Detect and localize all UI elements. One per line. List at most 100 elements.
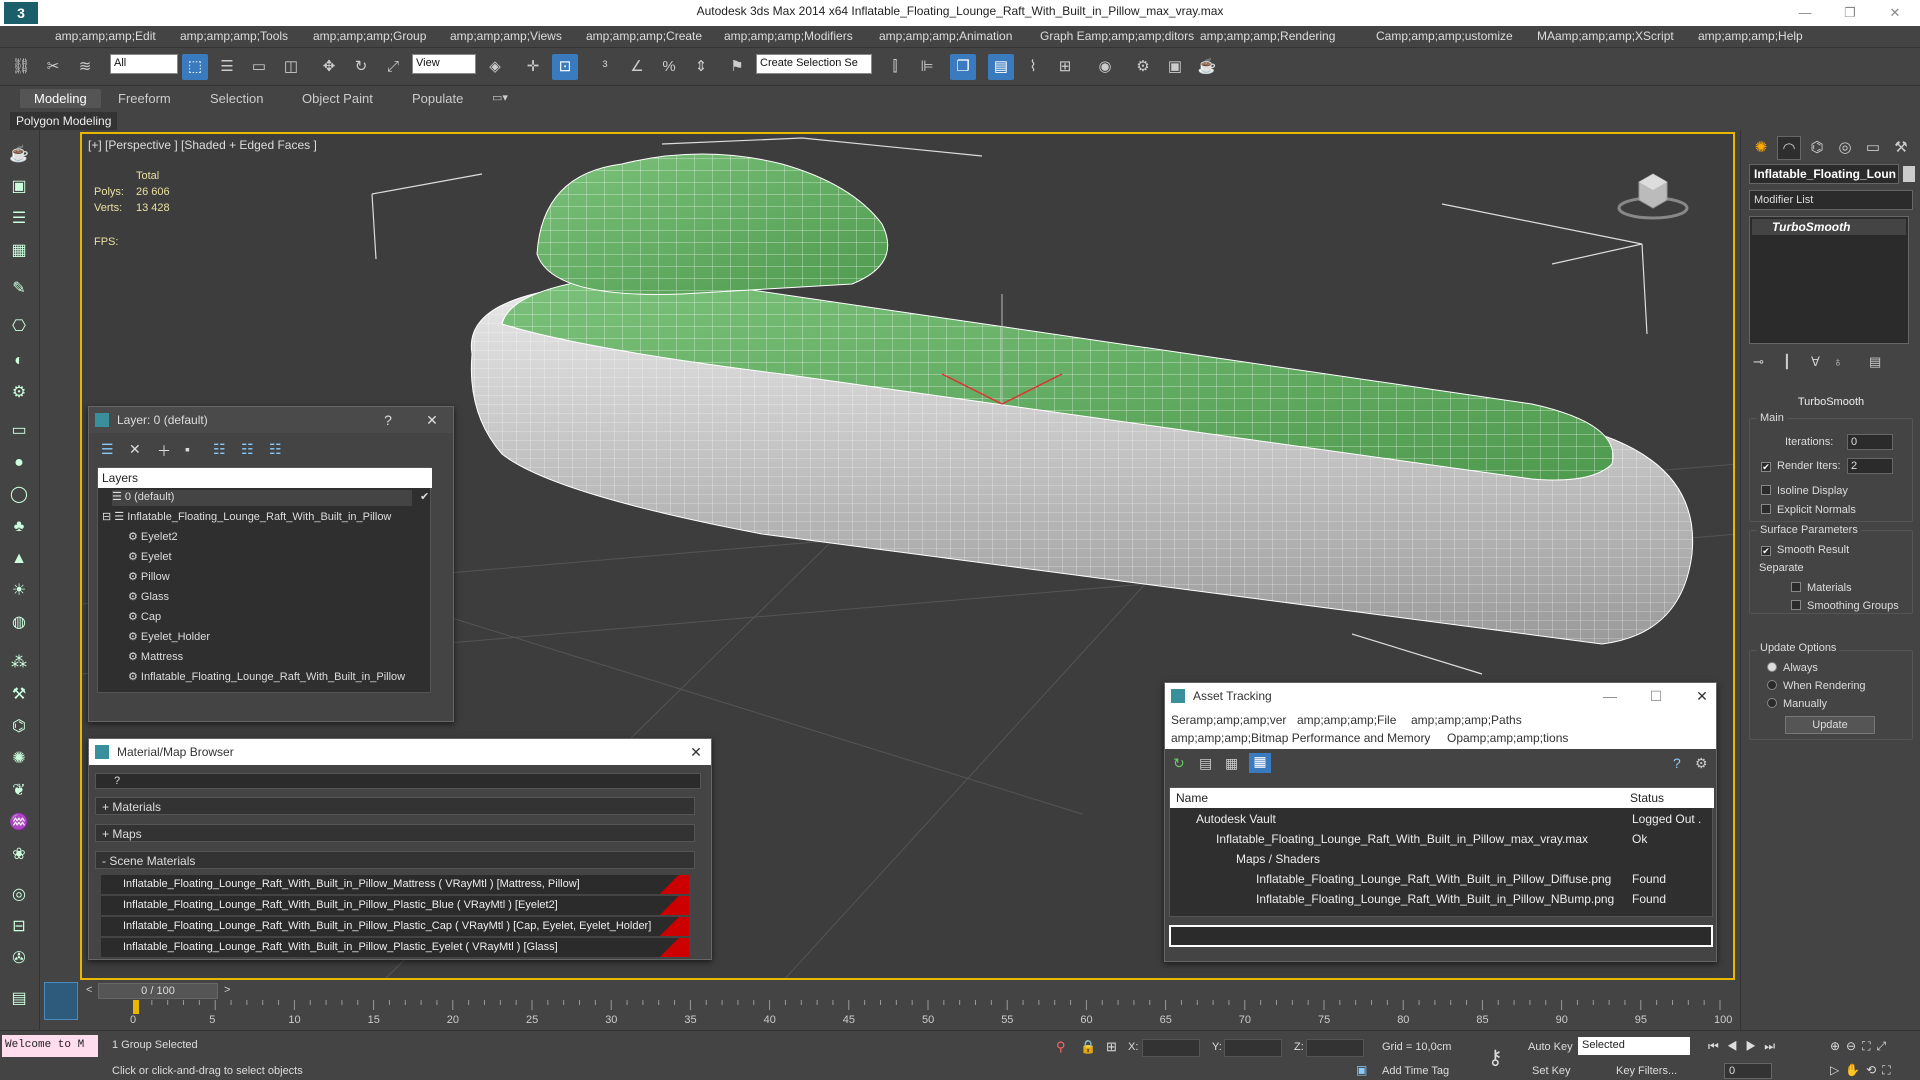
smoothing-groups-checkbox[interactable] <box>1791 600 1801 610</box>
menu-animation[interactable]: amp;amp;amp;Animation <box>879 29 1012 43</box>
object-row-eyelet-holder[interactable]: ⚙ Eyelet_Holder <box>128 630 210 646</box>
object-row-glass[interactable]: ⚙ Glass <box>128 590 169 606</box>
z-coord-field[interactable] <box>1306 1039 1364 1057</box>
tab-object-paint[interactable]: Object Paint <box>288 89 387 108</box>
tab-freeform[interactable]: Freeform <box>104 89 185 108</box>
schematic-view-icon[interactable]: ⊞ <box>1052 54 1078 80</box>
modify-tab-icon[interactable]: ◠ <box>1777 136 1801 160</box>
materials-checkbox[interactable] <box>1791 582 1801 592</box>
object-color-swatch[interactable] <box>1903 166 1915 182</box>
asset-row-maps[interactable]: Maps / Shaders <box>1236 852 1766 869</box>
category-scene-materials[interactable]: - Scene Materials <box>95 851 695 869</box>
select-by-name-icon[interactable]: ☰ <box>214 54 240 80</box>
link-icon[interactable]: ⛓ <box>8 54 34 80</box>
world-icon[interactable]: ◎ <box>6 882 32 908</box>
configure-sets-icon[interactable]: ▤ <box>1869 354 1881 370</box>
sun-icon[interactable]: ☀ <box>6 578 32 604</box>
box-icon[interactable]: ▭ <box>6 418 32 444</box>
list-view-icon[interactable]: ▤ <box>1199 755 1212 772</box>
object-row-cap[interactable]: ⚙ Cap <box>128 610 161 626</box>
col-status-header[interactable]: Status <box>1630 791 1664 805</box>
hierarchy-tab-icon[interactable]: ⌬ <box>1805 136 1829 160</box>
graphite-ribbon-icon[interactable]: ▤ <box>988 54 1014 80</box>
smooth-result-row[interactable]: ✔ Smooth Result <box>1761 544 1849 556</box>
time-tag-icon[interactable]: ▣ <box>1356 1063 1367 1077</box>
create-tab-icon[interactable]: ✺ <box>1749 136 1773 160</box>
add-time-tag[interactable]: Add Time Tag <box>1382 1065 1449 1077</box>
utilities-tab-icon[interactable]: ⚒ <box>1889 136 1913 160</box>
isoline-row[interactable]: Isoline Display <box>1761 485 1848 497</box>
time-slider[interactable]: < 0 / 100 > <box>80 982 1735 1000</box>
viewcube-icon[interactable] <box>1613 162 1693 222</box>
material-search-input[interactable]: ? <box>95 773 701 789</box>
particles-icon[interactable]: ⁂ <box>6 650 32 676</box>
object-row-eyelet2[interactable]: ⚙ Eyelet2 <box>128 530 178 546</box>
when-rendering-radio[interactable] <box>1767 680 1777 690</box>
iterations-spinner[interactable]: 0 <box>1847 434 1893 450</box>
rollout-title[interactable]: TurboSmooth <box>1749 396 1913 412</box>
new-layer-icon[interactable]: ☰ <box>101 441 114 458</box>
docs-icon[interactable]: ▤ <box>6 986 32 1012</box>
move-icon[interactable]: ✥ <box>316 54 342 80</box>
menu-views[interactable]: amp;amp;amp;Views <box>450 29 562 43</box>
window-crossing-icon[interactable]: ◫ <box>278 54 304 80</box>
materials-row[interactable]: Materials <box>1791 582 1852 594</box>
render-iters-checkbox[interactable]: ✔ <box>1761 462 1771 472</box>
cone-icon[interactable]: ▲ <box>6 546 32 572</box>
sphere-icon[interactable]: ● <box>6 450 32 476</box>
smoothing-groups-row[interactable]: Smoothing Groups <box>1791 600 1899 612</box>
render-iters-spinner[interactable]: 2 <box>1847 458 1893 474</box>
time-slider-thumb[interactable]: 0 / 100 <box>98 983 218 999</box>
time-next-icon[interactable]: > <box>224 984 230 996</box>
render-setup-icon[interactable]: ⚙ <box>1130 54 1156 80</box>
key-filters-button[interactable]: Key Filters... <box>1616 1065 1677 1077</box>
tab-selection[interactable]: Selection <box>196 89 277 108</box>
scale-icon[interactable]: ⤢ <box>380 54 406 80</box>
col-name-header[interactable]: Name <box>1176 791 1208 805</box>
always-row[interactable]: Always <box>1767 662 1818 674</box>
menu-rendering[interactable]: amp;amp;amp;Rendering <box>1200 29 1335 43</box>
named-selection-select[interactable]: Create Selection Se <box>756 54 872 74</box>
category-materials[interactable]: + Materials <box>95 797 695 815</box>
smooth-result-checkbox[interactable]: ✔ <box>1761 546 1771 556</box>
rendered-frame-icon[interactable]: ▣ <box>1162 54 1188 80</box>
tree-view-icon[interactable]: ▦ <box>1225 755 1238 772</box>
make-unique-icon[interactable]: ∀ <box>1811 354 1820 370</box>
playback-controls-icon[interactable]: ⏮◀▶⏭ <box>1708 1039 1783 1054</box>
help-icon[interactable]: ? <box>1673 755 1681 771</box>
unlink-icon[interactable]: ✂ <box>40 54 66 80</box>
align-icon[interactable]: ⊫ <box>914 54 940 80</box>
curve-editor-icon[interactable]: ⌇ <box>1020 54 1046 80</box>
maximize-button[interactable]: ❐ <box>1835 3 1865 23</box>
asset-menu-options[interactable]: Opamp;amp;amp;tions <box>1447 731 1568 745</box>
polygon-modeling-label[interactable]: Polygon Modeling <box>10 112 118 130</box>
keyboard-shortcut-icon[interactable]: ⊡ <box>552 54 578 80</box>
viewport-label[interactable]: [+] [Perspective ] [Shaded + Edged Faces… <box>88 138 317 152</box>
spinner-snap-icon[interactable]: ⇕ <box>688 54 714 80</box>
ribbon-options-icon[interactable]: ▭▾ <box>478 89 522 106</box>
manually-row[interactable]: Manually <box>1767 698 1827 710</box>
object-row-raft[interactable]: ⚙ Inflatable_Floating_Lounge_Raft_With_B… <box>128 670 405 686</box>
teapot-icon[interactable]: ☕ <box>6 142 32 168</box>
set-key-button[interactable]: Set Key <box>1532 1065 1571 1077</box>
pin-stack-icon[interactable]: ⊸ <box>1753 354 1764 370</box>
settings-icon[interactable]: ⚙ <box>1695 755 1708 772</box>
maxscript-listener[interactable]: Welcome to M <box>2 1035 98 1057</box>
menu-edit[interactable]: amp;amp;amp;Edit <box>55 29 156 43</box>
asset-close-button[interactable]: ✕ <box>1693 687 1711 705</box>
asset-menu-paths[interactable]: amp;amp;amp;Paths <box>1411 713 1522 727</box>
object-name-field[interactable]: Inflatable_Floating_Loun <box>1749 164 1899 184</box>
category-maps[interactable]: + Maps <box>95 824 695 842</box>
bind-spacewarp-icon[interactable]: ≋ <box>72 54 98 80</box>
add-to-layer-icon[interactable]: ＋ <box>157 441 171 461</box>
layer-row-raft[interactable]: ⊟ ☰ Inflatable_Floating_Lounge_Raft_With… <box>102 510 391 526</box>
absolute-mode-icon[interactable]: ⊞ <box>1106 1039 1117 1055</box>
asset-row-vault[interactable]: Autodesk Vault Logged Out . <box>1196 812 1726 829</box>
tab-populate[interactable]: Populate <box>398 89 477 108</box>
layout-icon[interactable]: ⊟ <box>6 914 32 940</box>
close-button[interactable]: ✕ <box>1880 3 1910 23</box>
globe-icon[interactable]: ✺ <box>6 746 32 772</box>
rect-selection-icon[interactable]: ▭ <box>246 54 272 80</box>
hide-layers-icon[interactable]: ☷ <box>241 441 254 458</box>
asset-menu-server[interactable]: Seramp;amp;amp;ver <box>1171 713 1286 727</box>
